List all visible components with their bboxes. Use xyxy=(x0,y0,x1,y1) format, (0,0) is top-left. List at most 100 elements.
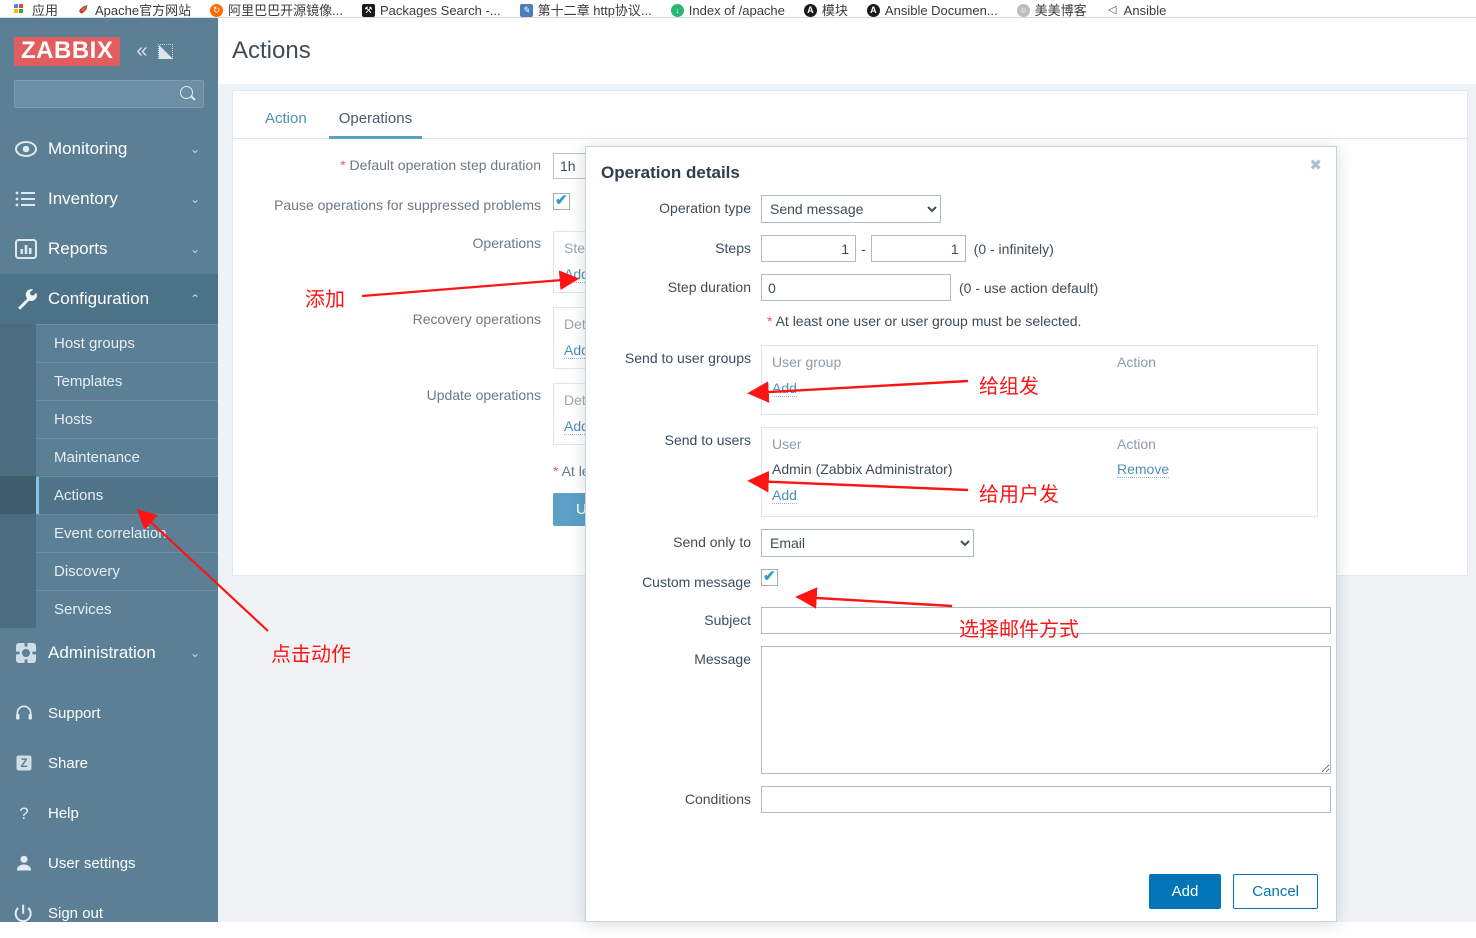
sidebar-item-reports[interactable]: Reports ⌄ xyxy=(0,224,218,274)
field-label: Send to users xyxy=(664,432,751,448)
sidebar-item-help[interactable]: ? Help xyxy=(0,788,218,838)
bar-chart-icon xyxy=(14,237,48,261)
sidebar-item-host-groups[interactable]: Host groups xyxy=(0,324,218,362)
page-title: Actions xyxy=(232,37,311,64)
sidebar-item-support[interactable]: Support xyxy=(0,688,218,738)
sidebar-item-label: Share xyxy=(48,754,89,772)
svg-text:Z: Z xyxy=(20,757,27,770)
bookmark-label: Ansible Documen... xyxy=(884,3,998,18)
sidebar-item-sign-out[interactable]: Sign out xyxy=(0,888,218,938)
bookmark-item[interactable]: ☺ 美美博客 xyxy=(1016,3,1087,18)
chevron-up-icon: ⌃ xyxy=(189,292,200,306)
sidebar-item-label: Monitoring xyxy=(48,139,128,158)
fullscreen-icon[interactable] xyxy=(158,43,174,59)
subject-input[interactable] xyxy=(761,607,1331,634)
steps-hint: (0 - infinitely) xyxy=(973,240,1054,257)
chevron-down-icon: ⌄ xyxy=(189,646,200,660)
user-remove-link[interactable]: Remove xyxy=(1117,461,1170,478)
cancel-button[interactable]: Cancel xyxy=(1233,874,1318,909)
ansible-icon: A xyxy=(866,4,880,17)
users-names-column: User Admin (Zabbix Administrator) Add xyxy=(762,428,1117,516)
svg-text:?: ? xyxy=(19,804,28,823)
steps-from-input[interactable] xyxy=(761,235,856,262)
bookmark-item[interactable]: ✎ 第十二章 http协议... xyxy=(519,4,652,17)
step-duration-hint: (0 - use action default) xyxy=(959,279,1099,296)
sidebar-item-configuration[interactable]: Configuration ⌃ xyxy=(0,274,218,324)
bookmark-item[interactable]: ↻ 阿里巴巴开源镜像... xyxy=(210,4,343,17)
sidebar-item-label: Reports xyxy=(48,239,108,258)
sidebar-item-templates[interactable]: Templates xyxy=(0,362,218,400)
bookmark-label: 美美博客 xyxy=(1034,3,1087,18)
pause-suppressed-checkbox[interactable] xyxy=(553,191,570,211)
label-text: Default operation step duration xyxy=(349,157,541,173)
ansible-outline-icon: ◁ xyxy=(1105,4,1119,17)
sidebar-item-label: Configuration xyxy=(48,289,150,308)
dialog-body: Operation type Send message Steps - (0 -… xyxy=(586,195,1336,813)
custom-message-checkbox[interactable] xyxy=(761,567,778,586)
question-icon: ? xyxy=(14,803,48,823)
sidebar-item-hosts[interactable]: Hosts xyxy=(0,400,218,438)
bookmark-item[interactable]: A 模块 xyxy=(803,4,848,17)
sidebar-item-monitoring[interactable]: Monitoring ⌄ xyxy=(0,124,218,174)
search-icon xyxy=(179,85,197,103)
bookmark-item[interactable]: 应用 xyxy=(14,4,58,17)
column-header: User group xyxy=(772,354,842,370)
bookmark-label: 应用 xyxy=(32,3,59,18)
message-textarea[interactable] xyxy=(761,646,1331,774)
field-control: User Admin (Zabbix Administrator) Add Ac… xyxy=(761,427,1318,517)
operation-type-select[interactable]: Send message xyxy=(761,195,941,223)
field-label: Step duration xyxy=(667,279,751,295)
users-add-link[interactable]: Add xyxy=(772,487,797,504)
user-groups-add-wrap: Add xyxy=(772,380,797,397)
steps-to-input[interactable] xyxy=(870,235,966,262)
field-send-only-to: Send only to Email xyxy=(586,529,1318,557)
send-only-to-select[interactable]: Email xyxy=(761,529,974,557)
chevron-down-icon: ⌄ xyxy=(189,242,200,256)
list-icon xyxy=(14,187,48,211)
bookmark-item[interactable]: ⚒ Packages Search -... xyxy=(361,4,501,17)
field-label: Steps xyxy=(715,240,751,256)
collapse-sidebar-icon[interactable]: « xyxy=(136,41,147,61)
add-button[interactable]: Add xyxy=(1148,874,1222,909)
sidebar-item-event-correlation[interactable]: Event correlation xyxy=(0,514,218,552)
search-input[interactable] xyxy=(29,81,189,107)
bookmark-item[interactable]: ↓ Index of /apache xyxy=(670,4,785,17)
tab-action[interactable]: Action xyxy=(255,110,317,138)
dialog-title: Operation details xyxy=(601,163,740,182)
field-control: Send message xyxy=(761,195,1318,223)
row-action: Remove xyxy=(1117,461,1307,478)
sidebar-item-administration[interactable]: Administration ⌄ xyxy=(0,628,218,678)
required-marker: * xyxy=(553,463,559,479)
bookmark-item[interactable]: A Ansible Documen... xyxy=(866,3,998,18)
bookmark-item[interactable]: ✐ Apache官方网站 xyxy=(77,4,191,17)
wrench-icon xyxy=(14,286,48,312)
conditions-input[interactable] xyxy=(761,786,1331,813)
tab-operations[interactable]: Operations xyxy=(328,110,423,139)
sidebar-item-user-settings[interactable]: User settings xyxy=(0,838,218,888)
sidebar-item-discovery[interactable]: Discovery xyxy=(0,552,218,590)
eye-icon xyxy=(14,137,48,161)
field-steps: Steps - (0 - infinitely) xyxy=(586,235,1318,262)
sidebar-item-maintenance[interactable]: Maintenance xyxy=(0,438,218,476)
close-icon[interactable]: ✖ xyxy=(1305,154,1326,177)
sidebar-search[interactable] xyxy=(14,80,204,108)
column-header: Action xyxy=(1117,436,1156,452)
bookmark-item[interactable]: ◁ Ansible xyxy=(1105,4,1166,17)
field-label: Operation type xyxy=(659,200,751,216)
field-send-to-user-groups: Send to user groups User group Add Actio… xyxy=(586,345,1318,415)
note-text: At least one user or user group must be … xyxy=(775,313,1082,329)
apps-grid-icon xyxy=(14,4,27,17)
step-duration-input[interactable] xyxy=(761,274,951,301)
sidebar-item-share[interactable]: Z Share xyxy=(0,738,218,788)
sidebar-item-label: Help xyxy=(48,804,79,822)
field-label: Recovery operations xyxy=(412,311,541,327)
sidebar-submenu-configuration: Host groups Templates Hosts Maintenance … xyxy=(0,324,218,628)
field-label: Send to user groups xyxy=(624,350,751,366)
sidebar-item-actions[interactable]: Actions xyxy=(0,476,218,514)
browser-bookmarks-bar[interactable]: 应用 ✐ Apache官方网站 ↻ 阿里巴巴开源镜像... ⚒ Packages… xyxy=(0,0,1476,18)
sidebar-item-services[interactable]: Services xyxy=(0,590,218,628)
chevron-down-icon: ⌄ xyxy=(189,192,200,206)
field-conditions: Conditions xyxy=(586,786,1331,813)
user-groups-add-link[interactable]: Add xyxy=(772,380,797,397)
sidebar-item-inventory[interactable]: Inventory ⌄ xyxy=(0,174,218,224)
